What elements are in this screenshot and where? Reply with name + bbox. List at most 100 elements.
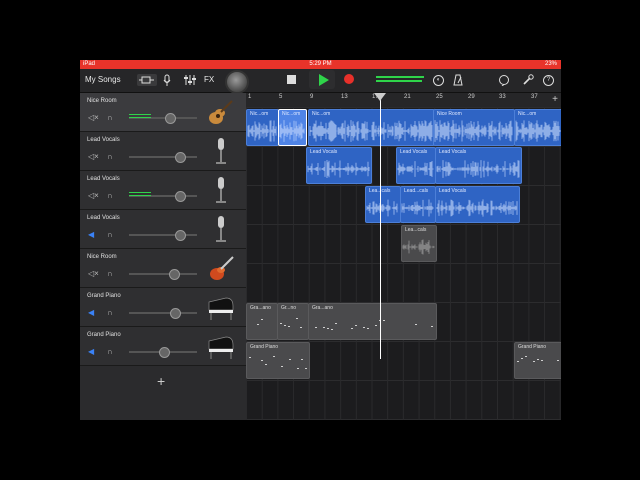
region-label: Nic...om	[282, 111, 301, 117]
audio-region-selected[interactable]: Nic...om	[278, 109, 307, 146]
mute-icon[interactable]: ◁×	[88, 153, 99, 161]
region-label: Grand Piano	[518, 344, 547, 350]
tracks-area[interactable]: 1 5 9 13 17 21 25 29 33 37 + Nic...om Ni…	[246, 93, 561, 420]
track-name: Lead Vocals	[87, 176, 120, 182]
playhead-handle[interactable]	[374, 93, 386, 101]
midi-region-muted[interactable]: Gra...ano	[308, 303, 437, 340]
my-songs-button[interactable]: My Songs	[85, 74, 121, 86]
bar-number: 5	[279, 94, 283, 100]
metronome-icon[interactable]	[453, 74, 463, 86]
region-label: Lead Vocals	[310, 149, 338, 155]
region-label: Grand Piano	[250, 344, 279, 350]
waveform	[309, 120, 433, 142]
track-name: Grand Piano	[87, 293, 121, 299]
headphones-icon[interactable]: ∩	[107, 191, 116, 200]
region-label: Lead Vocals	[439, 149, 467, 155]
midi-region-muted[interactable]: Gr...no	[277, 303, 309, 340]
playhead[interactable]	[380, 93, 381, 359]
track-header[interactable]: Lead Vocals ◀ ∩	[80, 210, 246, 249]
waveform	[434, 120, 513, 142]
audio-region[interactable]: Lead...cals	[400, 186, 436, 223]
bar-number: 1	[248, 94, 252, 100]
clock: 5:29 PM	[309, 61, 332, 67]
volume-slider[interactable]	[129, 347, 197, 358]
audio-region-muted[interactable]: Lea...cals	[401, 225, 437, 262]
midi-region-muted[interactable]: Grand Piano	[514, 342, 561, 379]
headphones-icon[interactable]: ∩	[107, 230, 116, 239]
play-button[interactable]	[309, 70, 335, 89]
waveform	[366, 199, 399, 217]
add-track-button[interactable]: +	[157, 373, 165, 389]
audio-region[interactable]: Lead Vocals	[435, 147, 522, 184]
audio-region[interactable]: Nic...om	[308, 109, 435, 146]
track-headers: Nice Room ◁× ∩ Lead Vocals ◁× ∩ Lead Voc…	[80, 93, 246, 420]
headphones-icon[interactable]: ∩	[107, 269, 116, 278]
track-header[interactable]: Grand Piano ◀ ∩	[80, 288, 246, 327]
waveform	[401, 199, 434, 217]
grand-piano-icon	[208, 297, 234, 320]
status-bar: iPad 5:29 PM 23%	[80, 60, 561, 69]
waveform	[436, 160, 520, 178]
audio-region[interactable]: Nice Room	[433, 109, 515, 146]
region-label: Nic...om	[312, 111, 331, 117]
master-level-meter	[376, 76, 426, 82]
audio-region[interactable]: Lead Vocals	[435, 186, 520, 223]
track-header[interactable]: Nice Room ◁× ∩	[80, 249, 246, 288]
stop-button[interactable]	[287, 75, 296, 84]
grand-piano-icon	[208, 336, 234, 359]
mute-icon[interactable]: ◀	[88, 231, 97, 239]
help-icon[interactable]: ?	[543, 75, 554, 86]
waveform	[279, 120, 305, 142]
mute-icon[interactable]: ◁×	[88, 114, 99, 122]
volume-slider[interactable]	[129, 113, 197, 124]
master-volume-icon[interactable]: ◐	[433, 75, 444, 86]
mute-icon[interactable]: ◀	[88, 309, 97, 317]
audio-region[interactable]: Nic...om	[514, 109, 561, 146]
region-label: Lead Vocals	[400, 149, 428, 155]
volume-slider[interactable]	[129, 230, 197, 241]
headphones-icon[interactable]: ∩	[107, 152, 116, 161]
settings-wrench-icon[interactable]	[522, 74, 534, 86]
track-header[interactable]: Nice Room ◁× ∩	[80, 93, 246, 132]
microphone-toolbar-icon[interactable]	[163, 74, 171, 86]
track-name: Nice Room	[87, 254, 117, 260]
track-header[interactable]: Lead Vocals ◁× ∩	[80, 171, 246, 210]
loop-browser-icon[interactable]	[498, 74, 510, 87]
audio-region[interactable]: Lead Vocals	[306, 147, 372, 184]
record-button[interactable]	[344, 74, 354, 84]
browser-icon[interactable]	[137, 74, 157, 86]
mute-icon[interactable]: ◀	[88, 348, 97, 356]
add-section-icon[interactable]: +	[552, 94, 558, 105]
bar-number: 21	[404, 94, 411, 100]
bar-number: 33	[499, 94, 506, 100]
midi-region-muted[interactable]: Grand Piano	[246, 342, 310, 379]
electric-guitar-icon	[210, 256, 234, 280]
audio-region[interactable]: Nic...om	[246, 109, 279, 146]
bar-number: 37	[531, 94, 538, 100]
headphones-icon[interactable]: ∩	[107, 347, 116, 356]
garageband-screen: iPad 5:29 PM 23% My Songs FX ◐ ? Nice Ro…	[80, 60, 561, 420]
headphones-icon[interactable]: ∩	[107, 308, 116, 317]
headphones-icon[interactable]: ∩	[107, 113, 116, 122]
track-header[interactable]: Grand Piano ◀ ∩	[80, 327, 246, 366]
volume-slider[interactable]	[129, 191, 197, 202]
microphone-icon	[216, 138, 226, 164]
master-knob[interactable]	[225, 70, 249, 94]
midi-notes	[257, 319, 263, 325]
track-header[interactable]: Lead Vocals ◁× ∩	[80, 132, 246, 171]
volume-slider[interactable]	[129, 308, 197, 319]
region-label: Gr...no	[281, 305, 297, 311]
mute-icon[interactable]: ◁×	[88, 192, 99, 200]
mixer-icon[interactable]	[184, 74, 196, 86]
mute-icon[interactable]: ◁×	[88, 270, 99, 278]
audio-region[interactable]: Lead Vocals	[396, 147, 436, 184]
acoustic-guitar-icon	[209, 100, 233, 124]
timeline-ruler[interactable]: 1 5 9 13 17 21 25 29 33 37 +	[246, 93, 561, 108]
volume-slider[interactable]	[129, 269, 197, 280]
track-name: Lead Vocals	[87, 137, 120, 143]
audio-region[interactable]: Lea...cals	[365, 186, 401, 223]
volume-slider[interactable]	[129, 152, 197, 163]
waveform	[307, 160, 370, 178]
midi-region-muted[interactable]: Gra...ano	[246, 303, 278, 340]
fx-button[interactable]: FX	[204, 74, 214, 86]
